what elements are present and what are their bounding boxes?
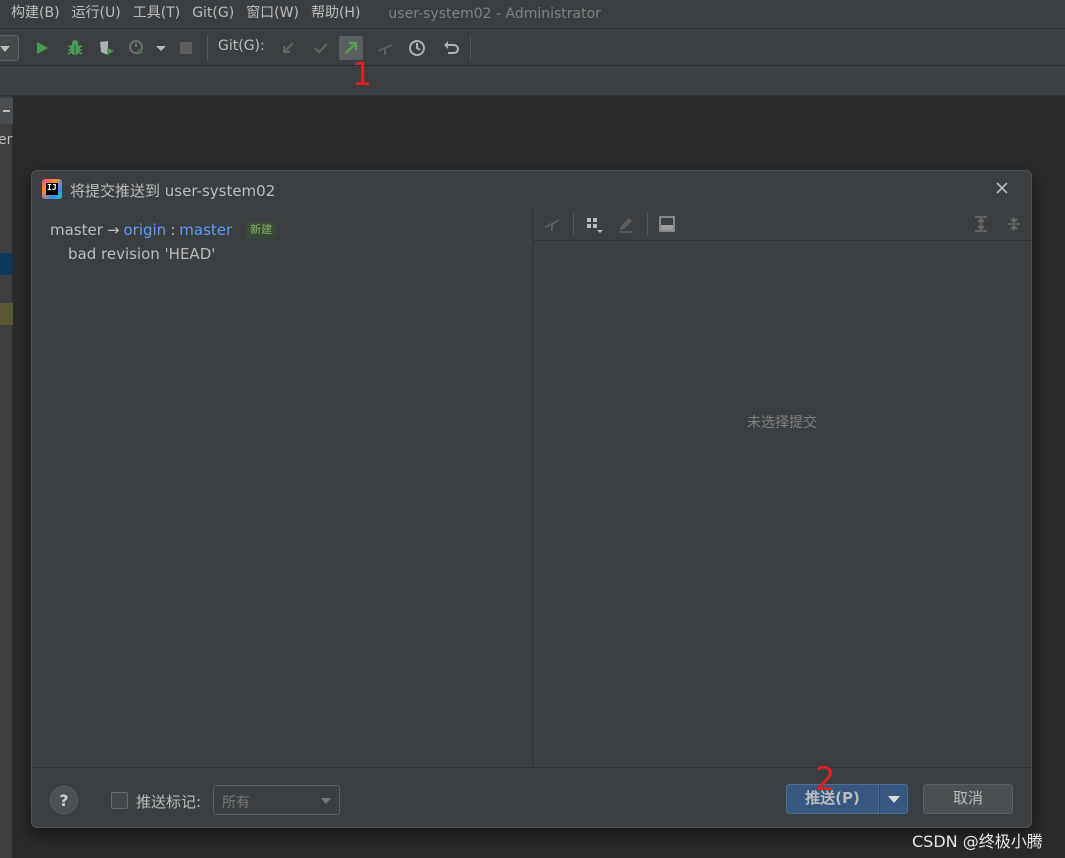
- separator-colon: :: [170, 221, 176, 239]
- menu-help[interactable]: 帮助(H): [305, 0, 366, 28]
- watermark: CSDN @终极小腾: [912, 832, 1043, 851]
- dialog-footer: ? 推送标记: 所有 推送(P) 取消: [32, 767, 1031, 827]
- menu-run[interactable]: 运行(U): [66, 0, 127, 28]
- window-title: user-system02 - Administrator: [388, 6, 601, 22]
- navigation-bar: [0, 66, 1065, 96]
- remote-branch-link[interactable]: master: [179, 221, 232, 239]
- preview-icon[interactable]: [656, 213, 678, 235]
- debug-icon[interactable]: [63, 36, 87, 60]
- arrow-icon: →: [106, 221, 120, 239]
- dropdown-arrow-icon[interactable]: [149, 36, 173, 60]
- tags-select[interactable]: 所有: [213, 785, 340, 815]
- commit-check-icon[interactable]: [309, 36, 333, 60]
- history-clock-icon[interactable]: [405, 36, 429, 60]
- highlighted-row[interactable]: [0, 303, 13, 325]
- menu-bar: 构建(B) 运行(U) 工具(T) Git(G) 窗口(W) 帮助(H) use…: [0, 0, 1065, 28]
- stop-icon[interactable]: [174, 36, 198, 60]
- edit-icon[interactable]: [615, 213, 637, 235]
- collapse-button[interactable]: [0, 98, 13, 124]
- no-commit-selected-text: 未选择提交: [747, 415, 817, 431]
- coverage-icon[interactable]: [95, 36, 119, 60]
- close-icon[interactable]: [993, 179, 1011, 197]
- update-project-icon[interactable]: [276, 36, 300, 60]
- main-toolbar: Git(G):: [0, 28, 1065, 66]
- expand-all-icon[interactable]: [970, 213, 992, 235]
- git-label: Git(G):: [218, 38, 265, 54]
- rollback-icon[interactable]: [439, 36, 463, 60]
- toolbar-separator: [207, 35, 208, 61]
- local-branch: master: [50, 221, 103, 239]
- menu-window[interactable]: 窗口(W): [240, 0, 305, 28]
- menu-build[interactable]: 构建(B): [0, 0, 66, 28]
- remote-link[interactable]: origin: [123, 221, 166, 239]
- dialog-title: 将提交推送到 user-system02: [70, 182, 276, 200]
- details-toolbar: [533, 207, 1031, 241]
- commit-details-panel: 未选择提交: [533, 207, 1031, 767]
- cancel-button[interactable]: 取消: [923, 784, 1013, 814]
- toolbar-separator: [470, 35, 471, 61]
- collapse-all-icon[interactable]: [1003, 213, 1025, 235]
- push-options-dropdown[interactable]: [879, 784, 908, 814]
- cherry-pick-icon[interactable]: [541, 213, 563, 235]
- group-icon[interactable]: [583, 213, 605, 235]
- intellij-logo-icon: IJ: [42, 179, 62, 199]
- push-tree-panel: master → origin : master 新建 bad revision…: [32, 207, 532, 767]
- merge-icon[interactable]: [373, 36, 397, 60]
- menu-tools[interactable]: 工具(T): [127, 0, 186, 28]
- project-panel-strip: er: [0, 96, 13, 858]
- menu-git[interactable]: Git(G): [186, 0, 240, 28]
- selected-row[interactable]: [0, 253, 13, 275]
- toolbar-separator: [647, 213, 648, 235]
- annotation-step-2: 2: [815, 760, 836, 798]
- toolbar-separator: [573, 213, 574, 235]
- profile-icon[interactable]: [125, 36, 149, 60]
- tags-select-value: 所有: [222, 795, 250, 811]
- push-tags-label[interactable]: 推送标记:: [136, 791, 201, 812]
- error-message: bad revision 'HEAD': [68, 245, 216, 263]
- run-config-dropdown[interactable]: [0, 35, 19, 61]
- push-target-row[interactable]: master → origin : master 新建: [50, 221, 277, 239]
- push-tags-checkbox[interactable]: [111, 792, 128, 809]
- panel-text-fragment: er: [0, 132, 13, 148]
- new-branch-badge: 新建: [246, 222, 277, 238]
- help-button[interactable]: ?: [50, 786, 78, 814]
- push-dialog: IJ 将提交推送到 user-system02 master → origin …: [31, 170, 1032, 828]
- annotation-step-1: 1: [352, 55, 373, 93]
- run-icon[interactable]: [30, 36, 54, 60]
